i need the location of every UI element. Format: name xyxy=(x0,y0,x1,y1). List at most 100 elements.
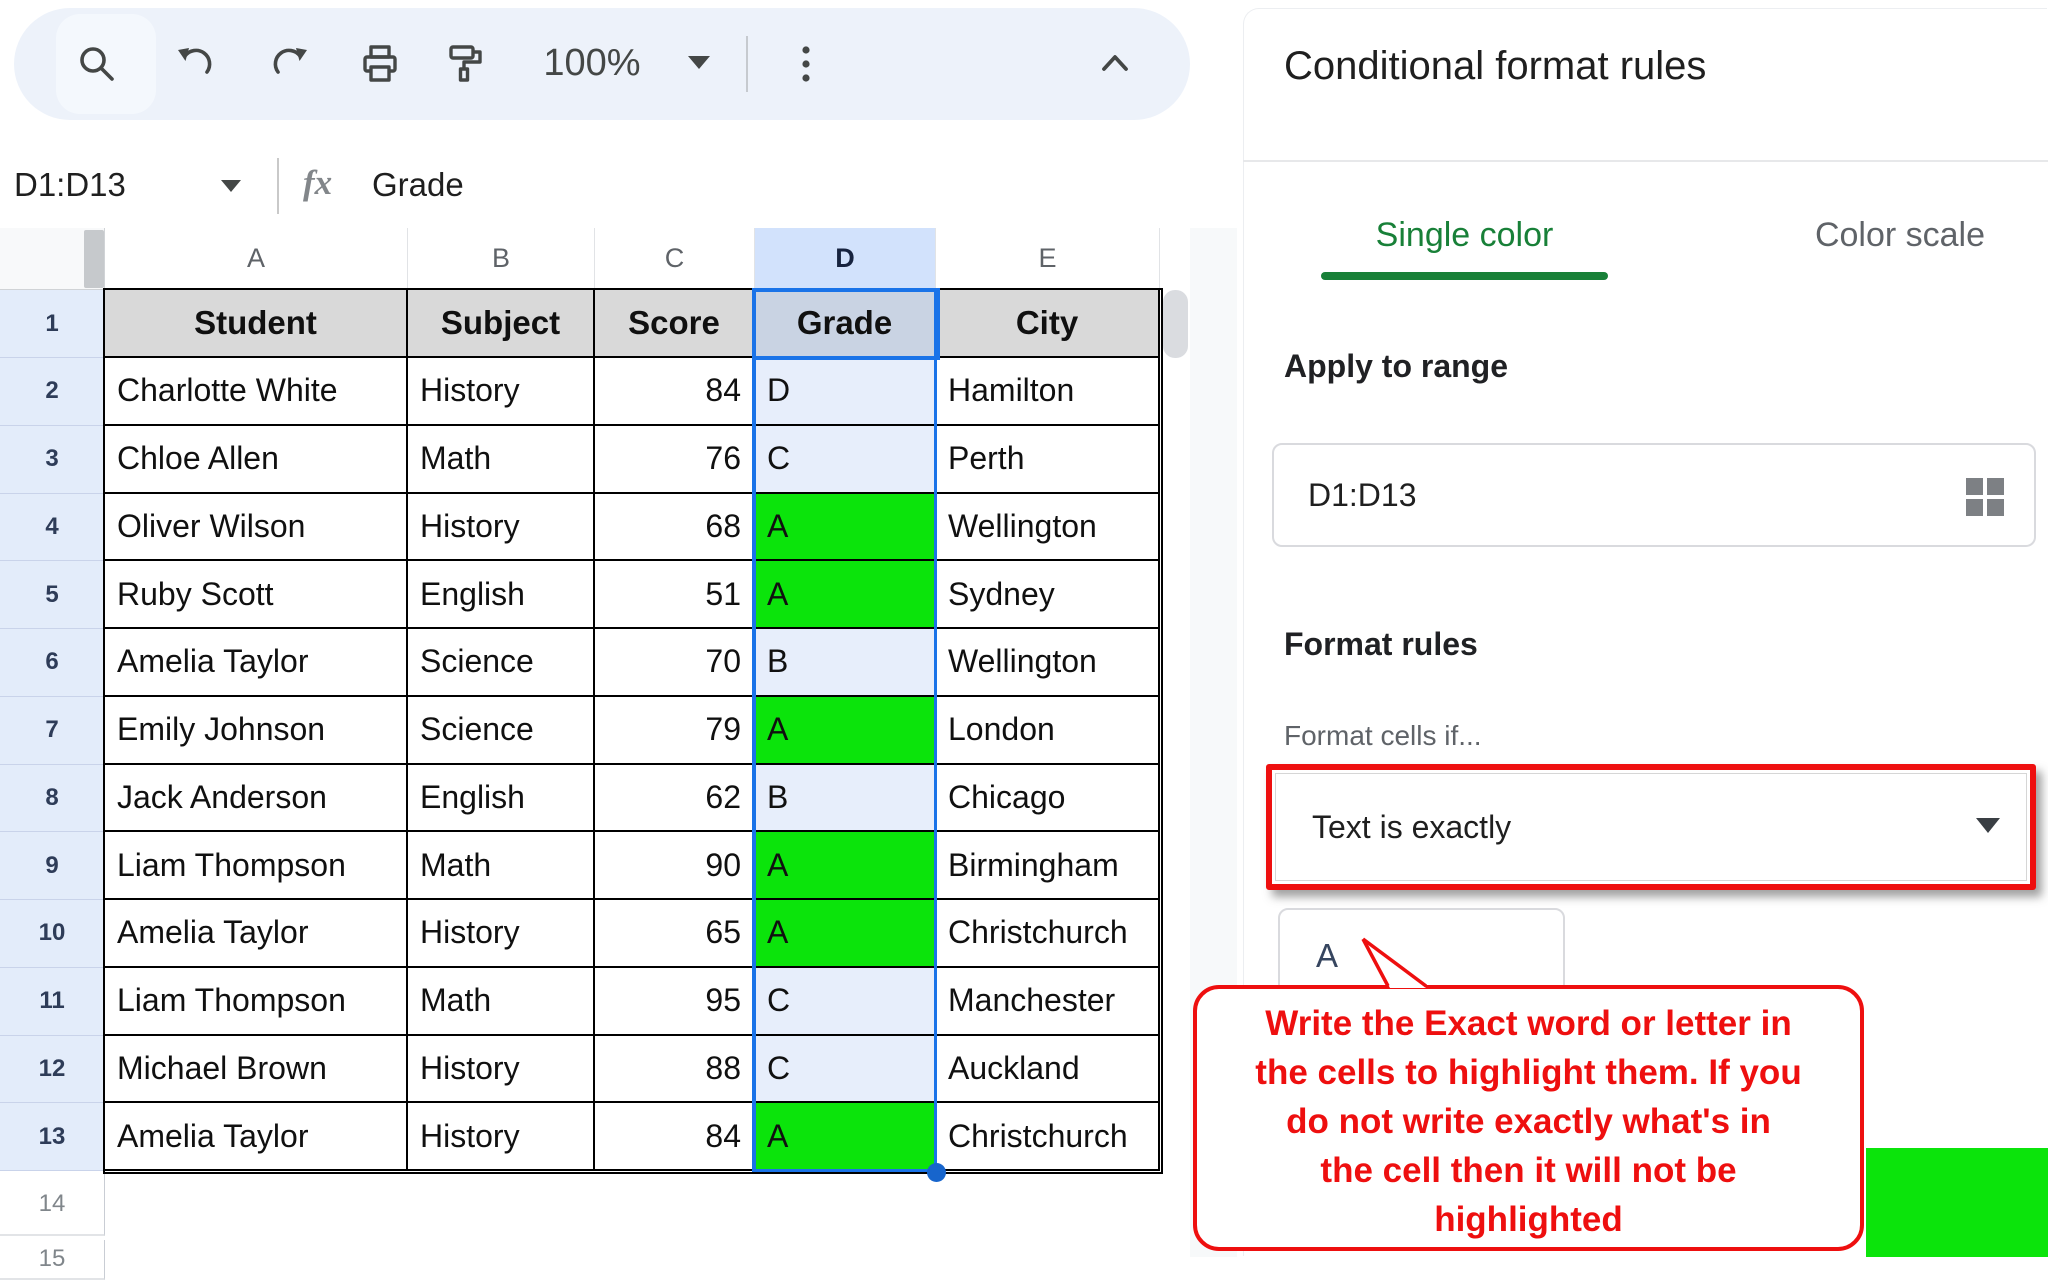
cell-city-row7[interactable]: London xyxy=(936,697,1160,765)
cell-subject-row9[interactable]: Math xyxy=(408,832,595,900)
cell-grade-row13[interactable]: A xyxy=(755,1103,936,1171)
cell-score-row13[interactable]: 84 xyxy=(595,1103,755,1171)
cell-student-row6[interactable]: Amelia Taylor xyxy=(105,629,408,697)
cell-city-row13[interactable]: Christchurch xyxy=(936,1103,1160,1171)
row-header-9[interactable]: 9 xyxy=(0,832,105,900)
cell-grade-row12[interactable]: C xyxy=(755,1036,936,1104)
cell-score-row4[interactable]: 68 xyxy=(595,494,755,562)
cell-score-row7[interactable]: 79 xyxy=(595,697,755,765)
cell-city-row6[interactable]: Wellington xyxy=(936,629,1160,697)
row-header-6[interactable]: 6 xyxy=(0,629,105,697)
cell-score-row6[interactable]: 70 xyxy=(595,629,755,697)
zoom-dropdown-caret-icon[interactable] xyxy=(688,56,710,69)
condition-dropdown[interactable]: Text is exactly xyxy=(1275,773,2027,881)
cell-student-row4[interactable]: Oliver Wilson xyxy=(105,494,408,562)
cell-grade-row4[interactable]: A xyxy=(755,494,936,562)
cell-score-row3[interactable]: 76 xyxy=(595,426,755,494)
row-header-11[interactable]: 11 xyxy=(0,968,105,1036)
cell-grade-row9[interactable]: A xyxy=(755,832,936,900)
cell-student-row10[interactable]: Amelia Taylor xyxy=(105,900,408,968)
header-cell-score[interactable]: Score xyxy=(595,290,755,358)
select-range-grid-icon[interactable] xyxy=(1962,474,2008,525)
cell-score-row2[interactable]: 84 xyxy=(595,358,755,426)
cell-subject-row6[interactable]: Science xyxy=(408,629,595,697)
cell-subject-row12[interactable]: History xyxy=(408,1036,595,1104)
cell-student-row12[interactable]: Michael Brown xyxy=(105,1036,408,1104)
cell-subject-row13[interactable]: History xyxy=(408,1103,595,1171)
header-cell-city[interactable]: City xyxy=(936,290,1160,358)
cell-subject-row4[interactable]: History xyxy=(408,494,595,562)
cell-city-row3[interactable]: Perth xyxy=(936,426,1160,494)
cell-student-row3[interactable]: Chloe Allen xyxy=(105,426,408,494)
cell-city-row11[interactable]: Manchester xyxy=(936,968,1160,1036)
fill-handle[interactable] xyxy=(927,1163,946,1182)
cell-grade-row11[interactable]: C xyxy=(755,968,936,1036)
cell-city-row9[interactable]: Birmingham xyxy=(936,832,1160,900)
row-header-10[interactable]: 10 xyxy=(0,900,105,968)
cell-grade-row10[interactable]: A xyxy=(755,900,936,968)
tab-color-scale[interactable]: Color scale xyxy=(1760,216,2040,255)
cell-student-row8[interactable]: Jack Anderson xyxy=(105,765,408,833)
range-input[interactable]: D1:D13 xyxy=(1272,443,2036,547)
cell-score-row10[interactable]: 65 xyxy=(595,900,755,968)
undo-icon[interactable] xyxy=(171,40,219,88)
column-header-C[interactable]: C xyxy=(595,228,755,290)
tab-single-color[interactable]: Single color xyxy=(1321,216,1608,255)
zoom-level[interactable]: 100% xyxy=(534,42,650,85)
cell-city-row2[interactable]: Hamilton xyxy=(936,358,1160,426)
row-header-12[interactable]: 12 xyxy=(0,1036,105,1104)
cell-subject-row5[interactable]: English xyxy=(408,561,595,629)
row-header-5[interactable]: 5 xyxy=(0,561,105,629)
paint-format-icon[interactable] xyxy=(443,40,491,88)
row-header-14[interactable]: 14 xyxy=(0,1173,105,1236)
print-icon[interactable] xyxy=(356,40,404,88)
cell-city-row4[interactable]: Wellington xyxy=(936,494,1160,562)
cell-subject-row2[interactable]: History xyxy=(408,358,595,426)
cell-subject-row8[interactable]: English xyxy=(408,765,595,833)
cell-subject-row11[interactable]: Math xyxy=(408,968,595,1036)
cell-student-row11[interactable]: Liam Thompson xyxy=(105,968,408,1036)
cell-student-row7[interactable]: Emily Johnson xyxy=(105,697,408,765)
row-header-4[interactable]: 4 xyxy=(0,494,105,562)
cell-city-row8[interactable]: Chicago xyxy=(936,765,1160,833)
search-icon[interactable] xyxy=(73,40,121,88)
cell-score-row11[interactable]: 95 xyxy=(595,968,755,1036)
name-box-caret-icon[interactable] xyxy=(221,180,241,192)
header-cell-student[interactable]: Student xyxy=(105,290,408,358)
row-header-8[interactable]: 8 xyxy=(0,765,105,833)
cell-grade-row8[interactable]: B xyxy=(755,765,936,833)
cell-grade-row2[interactable]: D xyxy=(755,358,936,426)
cell-score-row5[interactable]: 51 xyxy=(595,561,755,629)
condition-dropdown-caret-icon[interactable] xyxy=(1976,818,2000,833)
column-header-E[interactable]: E xyxy=(936,228,1160,290)
row-header-15[interactable]: 15 xyxy=(0,1240,105,1280)
cell-grade-row6[interactable]: B xyxy=(755,629,936,697)
row-header-3[interactable]: 3 xyxy=(0,426,105,494)
cell-student-row13[interactable]: Amelia Taylor xyxy=(105,1103,408,1171)
cell-grade-row3[interactable]: C xyxy=(755,426,936,494)
column-header-B[interactable]: B xyxy=(408,228,595,290)
row-header-7[interactable]: 7 xyxy=(0,697,105,765)
cell-subject-row3[interactable]: Math xyxy=(408,426,595,494)
cell-grade-row5[interactable]: A xyxy=(755,561,936,629)
kebab-menu-icon[interactable] xyxy=(782,40,830,88)
name-box[interactable]: D1:D13 xyxy=(14,166,126,204)
cell-student-row9[interactable]: Liam Thompson xyxy=(105,832,408,900)
row-header-2[interactable]: 2 xyxy=(0,358,105,426)
collapse-toolbar-chevron-icon[interactable] xyxy=(1091,40,1139,88)
vertical-scrollbar[interactable] xyxy=(1163,290,1188,358)
cell-student-row5[interactable]: Ruby Scott xyxy=(105,561,408,629)
cell-city-row10[interactable]: Christchurch xyxy=(936,900,1160,968)
cell-city-row12[interactable]: Auckland xyxy=(936,1036,1160,1104)
redo-icon[interactable] xyxy=(266,40,314,88)
column-header-A[interactable]: A xyxy=(105,228,408,290)
header-cell-subject[interactable]: Subject xyxy=(408,290,595,358)
cell-score-row8[interactable]: 62 xyxy=(595,765,755,833)
cell-score-row9[interactable]: 90 xyxy=(595,832,755,900)
row-header-13[interactable]: 13 xyxy=(0,1103,105,1171)
cell-city-row5[interactable]: Sydney xyxy=(936,561,1160,629)
cell-subject-row10[interactable]: History xyxy=(408,900,595,968)
cell-grade-row7[interactable]: A xyxy=(755,697,936,765)
cell-student-row2[interactable]: Charlotte White xyxy=(105,358,408,426)
cell-score-row12[interactable]: 88 xyxy=(595,1036,755,1104)
